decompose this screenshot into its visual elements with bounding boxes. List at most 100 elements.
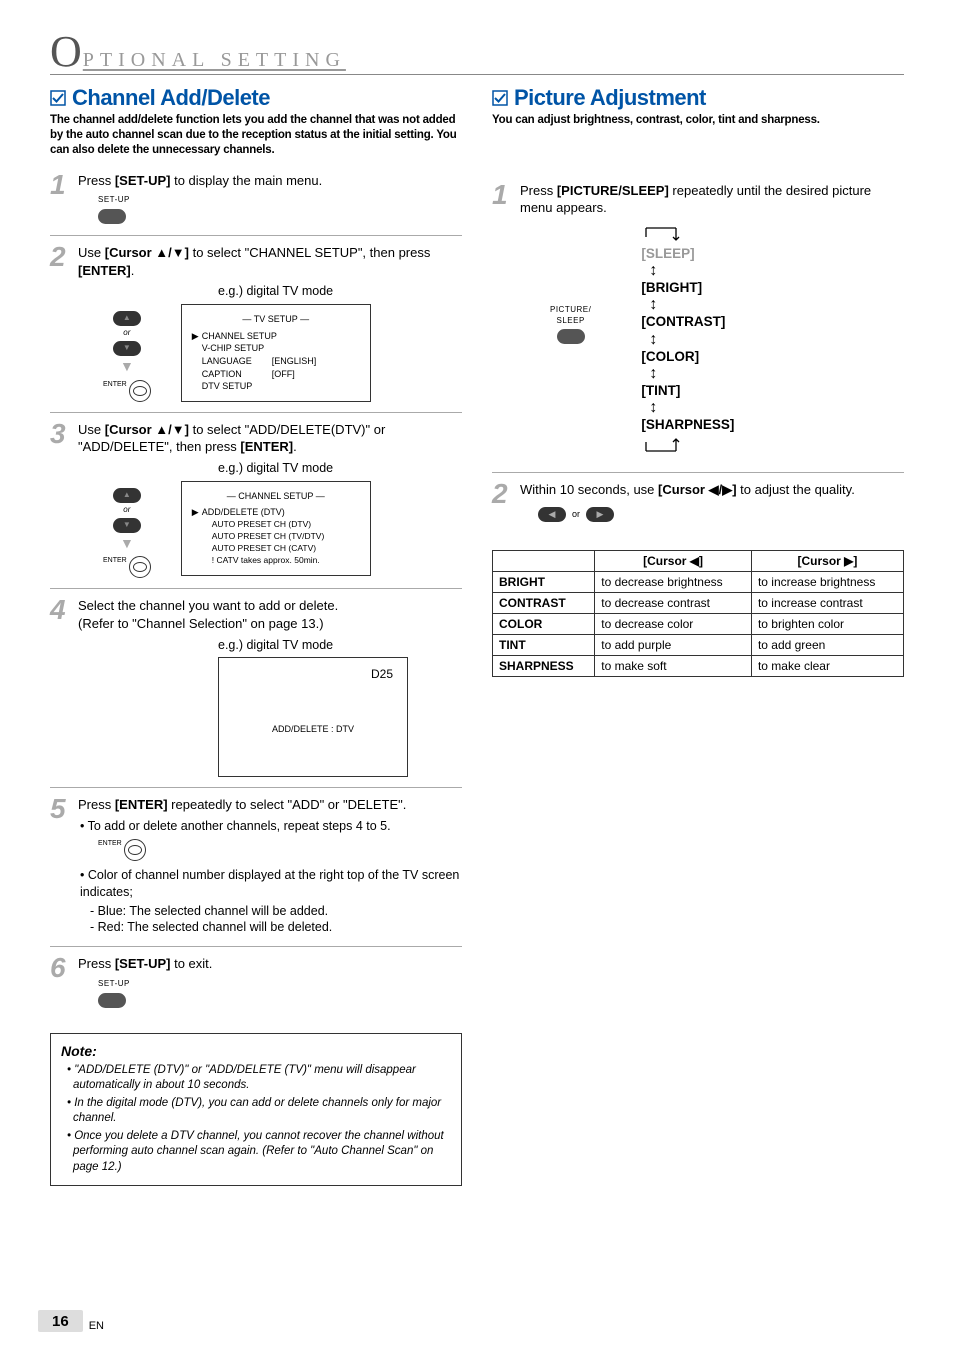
right-section-title: Picture Adjustment bbox=[514, 85, 706, 111]
step-number: 1 bbox=[50, 172, 70, 225]
cell: to make clear bbox=[751, 655, 903, 676]
tv-row-label: CHANNEL SETUP bbox=[202, 330, 277, 343]
remote-label: PICTURE/ SLEEP bbox=[550, 305, 591, 327]
section-title-row: Channel Add/Delete bbox=[50, 85, 462, 111]
updown-arrow-icon: ↕ bbox=[649, 297, 657, 313]
bold: [ENTER] bbox=[115, 797, 168, 812]
text: Press bbox=[78, 797, 115, 812]
down-button-icon: ▼ bbox=[113, 518, 141, 533]
table-header-row: [Cursor ◀] [Cursor ▶] bbox=[493, 550, 904, 571]
tv-box-title: — TV SETUP — bbox=[192, 313, 360, 326]
pointer-icon: ▶ bbox=[192, 506, 202, 519]
cell: to brighten color bbox=[751, 613, 903, 634]
text: Press bbox=[78, 173, 115, 188]
tv-row-value: [ENGLISH] bbox=[272, 355, 317, 368]
left-button-icon: ◀ bbox=[538, 507, 566, 522]
row-name: TINT bbox=[493, 634, 595, 655]
remote-setup-icon: SET-UP bbox=[98, 195, 462, 225]
flow-item-bright: [BRIGHT] bbox=[641, 279, 702, 297]
table-row: TINTto add purpleto add green bbox=[493, 634, 904, 655]
enter-icon: ENTER bbox=[103, 556, 151, 578]
enter-label: ENTER bbox=[98, 839, 122, 848]
flow-item-sleep: [SLEEP] bbox=[641, 245, 694, 263]
add-delete-box: D25 ADD/DELETE : DTV bbox=[218, 657, 408, 777]
text: Within 10 seconds, use bbox=[520, 482, 658, 497]
table-header-right: [Cursor ▶] bbox=[751, 550, 903, 571]
text: Select the channel you want to add or de… bbox=[78, 597, 462, 615]
remote-label: SET-UP bbox=[98, 979, 130, 990]
step-body: Within 10 seconds, use [Cursor ◀/▶] to a… bbox=[520, 481, 904, 532]
step-number: 3 bbox=[50, 421, 70, 579]
cell: to increase contrast bbox=[751, 592, 903, 613]
or-label: or bbox=[123, 505, 130, 516]
left-step-5: 5 Press [ENTER] repeatedly to select "AD… bbox=[50, 796, 462, 947]
pill-button-icon bbox=[557, 329, 585, 344]
triangle-down-icon: ▼ bbox=[123, 343, 131, 354]
adjustment-table: [Cursor ◀] [Cursor ▶] BRIGHTto decrease … bbox=[492, 550, 904, 677]
updown-arrow-icon: ↕ bbox=[649, 400, 657, 416]
row-name: SHARPNESS bbox=[493, 655, 595, 676]
text: repeatedly to select "ADD" or "DELETE". bbox=[168, 797, 407, 812]
tv-row: V-CHIP SETUP bbox=[192, 342, 360, 355]
checkbox-icon bbox=[492, 90, 508, 106]
updown-arrow-icon: ↕ bbox=[649, 263, 657, 279]
right-section-desc: You can adjust brightness, contrast, col… bbox=[492, 113, 904, 128]
triangle-down-icon: ▼ bbox=[123, 520, 131, 531]
bullet-list: • To add or delete another channels, rep… bbox=[78, 818, 462, 936]
left-right-cursor-icon: ◀ or ▶ bbox=[538, 507, 904, 522]
tv-row: CAPTION[OFF] bbox=[192, 368, 360, 381]
bold: [Cursor ▲/▼] bbox=[105, 422, 189, 437]
bullet: • Color of channel number displayed at t… bbox=[80, 867, 462, 901]
step-body: Use [Cursor ▲/▼] to select "CHANNEL SETU… bbox=[78, 244, 462, 402]
step-lower-row: ▲ or ▼ ▼ ENTER — CHANNEL SETUP — ▶ADD/DE… bbox=[78, 481, 462, 579]
tv-row: AUTO PRESET CH (DTV) bbox=[192, 519, 360, 531]
bullet: • To add or delete another channels, rep… bbox=[80, 818, 462, 835]
tv-row-label: AUTO PRESET CH (DTV) bbox=[212, 519, 311, 531]
columns: Channel Add/Delete The channel add/delet… bbox=[50, 85, 904, 1186]
enter-circle-icon bbox=[129, 556, 151, 578]
pill-button-icon bbox=[98, 993, 126, 1008]
tv-setup-box: — TV SETUP — ▶CHANNEL SETUP V-CHIP SETUP… bbox=[181, 304, 371, 402]
cell: to decrease contrast bbox=[595, 592, 752, 613]
bold: [ENTER] bbox=[240, 439, 293, 454]
tv-row: DTV SETUP bbox=[192, 380, 360, 393]
tv-row: ▶CHANNEL SETUP bbox=[192, 330, 360, 343]
left-step-6: 6 Press [SET-UP] to exit. SET-UP bbox=[50, 955, 462, 1018]
step-body: Select the channel you want to add or de… bbox=[78, 597, 462, 777]
note-title: Note: bbox=[61, 1042, 451, 1061]
text: . bbox=[131, 263, 135, 278]
note-item: • "ADD/DELETE (DTV)" or "ADD/DELETE (TV)… bbox=[67, 1063, 451, 1094]
left-step-3: 3 Use [Cursor ▲/▼] to select "ADD/DELETE… bbox=[50, 421, 462, 590]
eg-label: e.g.) digital TV mode bbox=[218, 460, 462, 477]
table-row: COLORto decrease colorto brighten color bbox=[493, 613, 904, 634]
text: (Refer to "Channel Selection" on page 13… bbox=[78, 615, 462, 633]
bold: [ENTER] bbox=[78, 263, 131, 278]
cell: to decrease brightness bbox=[595, 571, 752, 592]
enter-icon: ENTER bbox=[98, 839, 462, 861]
flow-items: [SLEEP] ↕ [BRIGHT] ↕ [CONTRAST] ↕ [COLOR… bbox=[641, 225, 734, 454]
note-box: Note: • "ADD/DELETE (DTV)" or "ADD/DELET… bbox=[50, 1033, 462, 1187]
step-body: Use [Cursor ▲/▼] to select "ADD/DELETE(D… bbox=[78, 421, 462, 579]
step-lower-row: ▲ or ▼ ▼ ENTER — TV SETUP — ▶CHANNEL SET… bbox=[78, 304, 462, 402]
flow-item-contrast: [CONTRAST] bbox=[641, 313, 725, 331]
tv-row: AUTO PRESET CH (TV/DTV) bbox=[192, 531, 360, 543]
tv-row-label: AUTO PRESET CH (CATV) bbox=[212, 543, 316, 555]
tv-row: ▶ADD/DELETE (DTV) bbox=[192, 506, 360, 519]
channel-setup-box: — CHANNEL SETUP — ▶ADD/DELETE (DTV) AUTO… bbox=[181, 481, 371, 576]
left-section-desc: The channel add/delete function lets you… bbox=[50, 113, 462, 158]
step-body: Press [ENTER] repeatedly to select "ADD"… bbox=[78, 796, 462, 936]
text: Use bbox=[78, 422, 105, 437]
tv-row: LANGUAGE[ENGLISH] bbox=[192, 355, 360, 368]
bold: [SET-UP] bbox=[115, 956, 171, 971]
note-item: • In the digital mode (DTV), you can add… bbox=[67, 1096, 451, 1127]
tv-row-label: LANGUAGE bbox=[202, 355, 272, 368]
step-number: 1 bbox=[492, 182, 512, 462]
down-arrow-icon: ▼ bbox=[120, 357, 134, 376]
remote-cursor-icon: ▲ or ▼ ▼ ENTER bbox=[103, 487, 151, 579]
text: to select "CHANNEL SETUP", then press bbox=[189, 245, 430, 260]
page-number: 16 bbox=[38, 1310, 83, 1332]
table-header-blank bbox=[493, 550, 595, 571]
checkbox-icon bbox=[50, 90, 66, 106]
table-row: CONTRASTto decrease contrastto increase … bbox=[493, 592, 904, 613]
loop-up-arrow-icon bbox=[641, 434, 681, 454]
